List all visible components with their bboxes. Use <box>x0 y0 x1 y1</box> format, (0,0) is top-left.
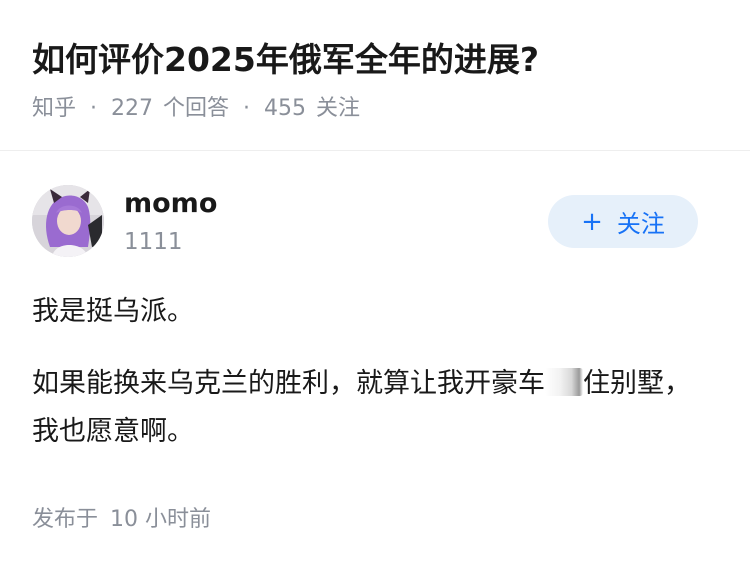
follow-button[interactable]: + 关注 <box>548 195 698 248</box>
author-bio: 1111 <box>124 229 183 255</box>
followers-label[interactable]: 关注 <box>316 94 360 124</box>
answer-body: 我是挺乌派。 如果能换来乌克兰的胜利，就算让我开豪车 住别墅，我也愿意啊。 <box>32 288 712 480</box>
follow-label: 关注 <box>616 210 665 238</box>
answer-footer: 发布于 10 小时前 <box>32 505 211 535</box>
meta-separator: · <box>243 96 251 121</box>
followers-count[interactable]: 455 <box>264 94 306 124</box>
answers-label[interactable]: 个回答 <box>163 94 229 124</box>
meta-separator: · <box>90 96 98 121</box>
plus-icon: + <box>581 206 603 237</box>
avatar[interactable] <box>32 185 104 257</box>
question-header: 如何评价2025年俄军全年的进展? 知乎 · 227 个回答 · 455 关注 <box>0 0 750 151</box>
published-label: 发布于 <box>32 507 99 532</box>
source-label[interactable]: 知乎 <box>32 94 76 124</box>
author-name[interactable]: momo <box>124 187 217 221</box>
author-row: momo 1111 + 关注 <box>0 151 750 271</box>
answers-count[interactable]: 227 <box>111 94 153 124</box>
question-meta: 知乎 · 227 个回答 · 455 关注 <box>32 94 360 124</box>
answer-text: 如果能换来乌克兰的胜利，就算让我开豪车 <box>32 368 545 399</box>
censor-blur <box>545 368 583 396</box>
answer-paragraph: 我是挺乌派。 <box>32 296 194 327</box>
published-time: 10 小时前 <box>110 507 212 532</box>
answer-paragraph: 如果能换来乌克兰的胜利，就算让我开豪车 住别墅，我也愿意啊。 <box>32 360 712 456</box>
avatar-image <box>32 185 104 257</box>
question-title[interactable]: 如何评价2025年俄军全年的进展? <box>32 38 539 82</box>
